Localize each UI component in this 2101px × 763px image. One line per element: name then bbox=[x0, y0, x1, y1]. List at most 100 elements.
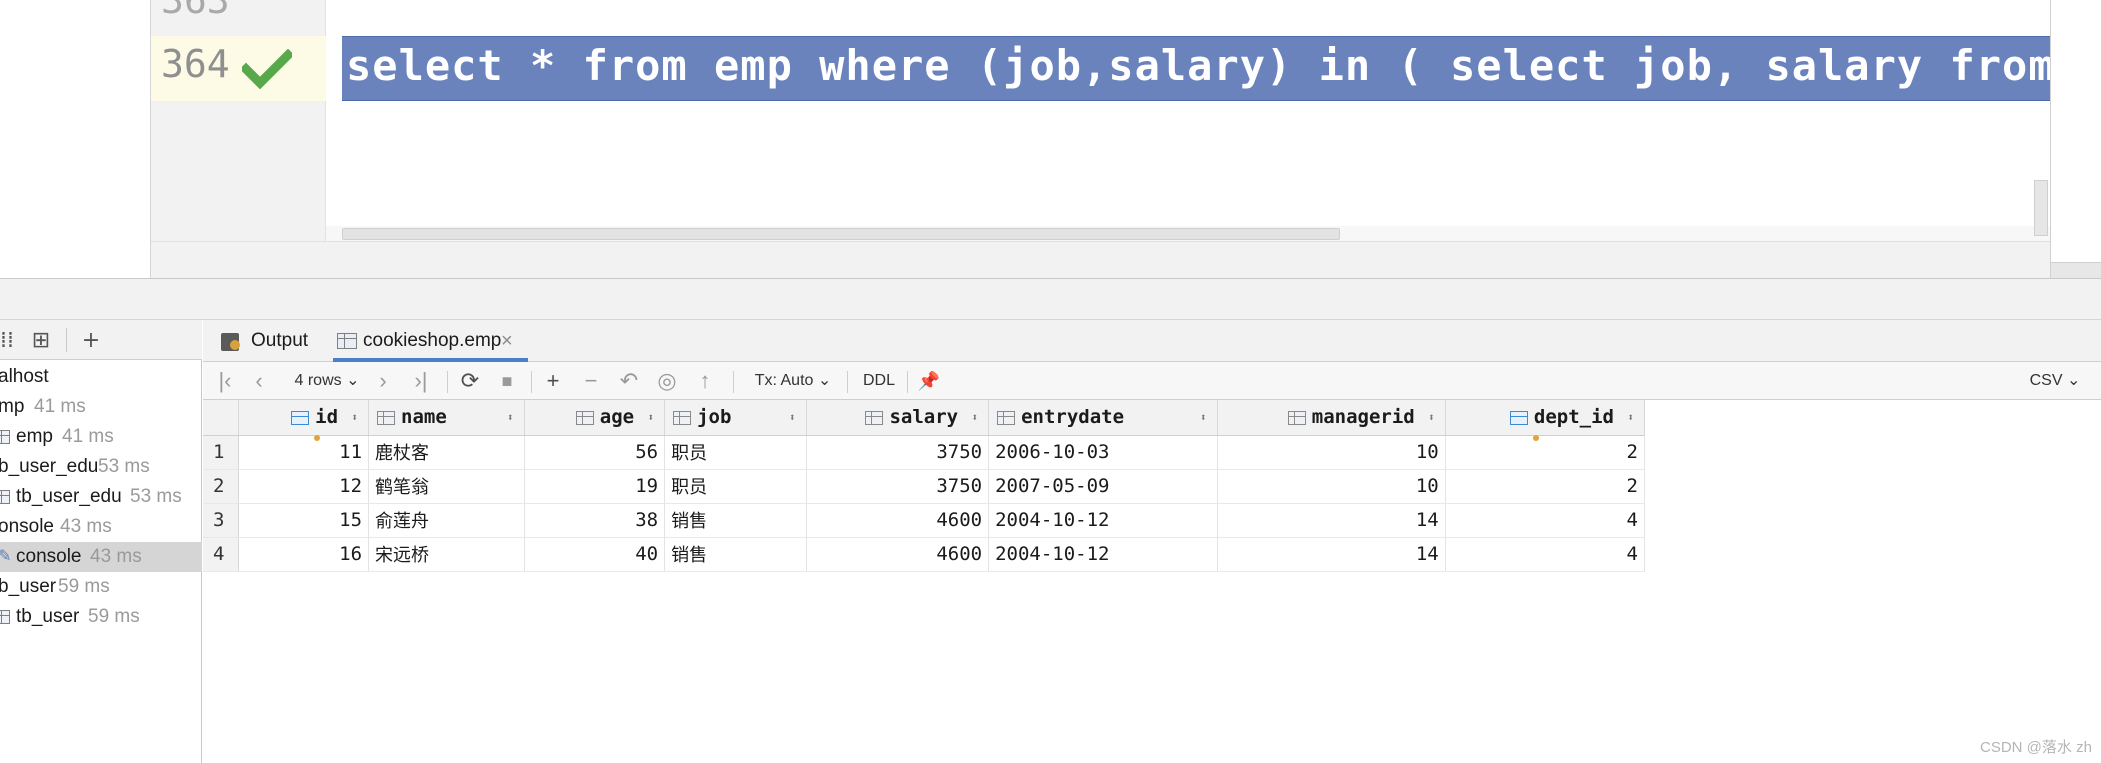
cell-salary[interactable]: 4600 bbox=[806, 503, 990, 538]
sort-icon[interactable]: ⬍ bbox=[647, 400, 654, 435]
tree-item-tb-user[interactable]: tb_user 59 ms bbox=[0, 602, 202, 632]
column-header-managerid[interactable]: managerid ⬍ bbox=[1217, 400, 1446, 436]
cell-name[interactable]: 鹿杖客 bbox=[368, 435, 525, 470]
column-header-dept-id[interactable]: dept_id ⬍ bbox=[1445, 400, 1646, 436]
sql-editor[interactable]: 363 364 select * from emp where (job,sal… bbox=[0, 0, 2101, 278]
result-grid[interactable]: id ⬍ name ⬍ age ⬍ job ⬍ salary ⬍ entrydate ⬍ m… bbox=[203, 400, 1646, 572]
tree-item-user-session[interactable]: b_user 59 ms bbox=[0, 572, 202, 602]
line-number-current: 364 bbox=[161, 42, 230, 86]
stop-icon[interactable]: ■ bbox=[495, 367, 519, 395]
row-number[interactable]: 1 bbox=[203, 435, 240, 470]
submit-icon[interactable]: ↑ bbox=[693, 367, 717, 395]
cell-age[interactable]: 40 bbox=[524, 537, 666, 572]
cell-id[interactable]: 11 bbox=[238, 435, 370, 470]
add-row-icon[interactable]: + bbox=[541, 367, 565, 395]
sort-icon[interactable]: ⬍ bbox=[507, 400, 514, 435]
cell-job[interactable]: 职员 bbox=[664, 469, 807, 504]
panel-splitter[interactable] bbox=[0, 278, 2101, 320]
cell-entrydate[interactable]: 2006-10-03 bbox=[988, 435, 1218, 470]
tree-item-user-edu-session[interactable]: b_user_edu 53 ms bbox=[0, 452, 202, 482]
refresh-icon[interactable]: ⟳ bbox=[457, 367, 483, 395]
table-icon bbox=[0, 610, 10, 624]
cell-age[interactable]: 19 bbox=[524, 469, 666, 504]
sort-icon[interactable]: ⬍ bbox=[1428, 400, 1435, 435]
cell-dept-id[interactable]: 4 bbox=[1445, 537, 1646, 572]
code-area[interactable]: select * from emp where (job,salary) in … bbox=[326, 0, 2050, 241]
column-header-salary[interactable]: salary ⬍ bbox=[806, 400, 990, 436]
cell-entrydate[interactable]: 2007-05-09 bbox=[988, 469, 1218, 504]
cell-job[interactable]: 职员 bbox=[664, 435, 807, 470]
cell-salary[interactable]: 4600 bbox=[806, 537, 990, 572]
last-page-icon[interactable]: ›| bbox=[409, 367, 433, 395]
export-format-dropdown[interactable]: CSV ⌄ bbox=[2027, 367, 2083, 395]
row-number[interactable]: 2 bbox=[203, 469, 240, 504]
cell-salary[interactable]: 3750 bbox=[806, 469, 990, 504]
sort-icon[interactable]: ⬍ bbox=[351, 400, 358, 435]
cell-entrydate[interactable]: 2004-10-12 bbox=[988, 503, 1218, 538]
row-number[interactable]: 3 bbox=[203, 503, 240, 538]
horizontal-scroll-thumb[interactable] bbox=[342, 228, 1340, 240]
table-row[interactable]: 2 12 鹤笔翁 19 职员 3750 2007-05-09 10 2 bbox=[203, 469, 1646, 504]
sort-icon[interactable]: ⬍ bbox=[789, 400, 796, 435]
first-page-icon[interactable]: |‹ bbox=[213, 367, 237, 395]
table-row[interactable]: 1 11 鹿杖客 56 职员 3750 2006-10-03 10 2 bbox=[203, 435, 1646, 470]
cell-id[interactable]: 12 bbox=[238, 469, 370, 504]
cell-job[interactable]: 销售 bbox=[664, 537, 807, 572]
column-header-entrydate[interactable]: entrydate ⬍ bbox=[988, 400, 1218, 436]
cell-dept-id[interactable]: 2 bbox=[1445, 435, 1646, 470]
tab-output[interactable]: Output bbox=[221, 320, 321, 362]
delete-row-icon[interactable]: − bbox=[579, 367, 603, 395]
column-icon bbox=[673, 410, 692, 425]
revert-icon[interactable]: ↶ bbox=[617, 367, 641, 395]
previous-page-icon[interactable]: ‹ bbox=[249, 367, 269, 395]
cell-age[interactable]: 38 bbox=[524, 503, 666, 538]
tree-item-localhost[interactable]: alhost bbox=[0, 362, 202, 392]
vertical-scroll-thumb[interactable] bbox=[2034, 180, 2048, 236]
pin-icon[interactable]: 📌 bbox=[917, 367, 941, 395]
cell-managerid[interactable]: 14 bbox=[1217, 537, 1446, 572]
tree-item-console[interactable]: ✎ console 43 ms bbox=[0, 542, 202, 572]
tx-mode-dropdown[interactable]: Tx: Auto ⌄ bbox=[751, 367, 835, 395]
cell-age[interactable]: 56 bbox=[524, 435, 666, 470]
tree-item-emp[interactable]: emp 41 ms bbox=[0, 422, 202, 452]
next-page-icon[interactable]: › bbox=[373, 367, 393, 395]
preview-pending-icon[interactable]: ◎ bbox=[655, 367, 679, 395]
cell-entrydate[interactable]: 2004-10-12 bbox=[988, 537, 1218, 572]
cell-name[interactable]: 宋远桥 bbox=[368, 537, 525, 572]
rows-count-dropdown[interactable]: 4 rows ⌄ bbox=[287, 367, 367, 395]
cell-managerid[interactable]: 14 bbox=[1217, 503, 1446, 538]
tree-item-tb-user-edu[interactable]: tb_user_edu 53 ms bbox=[0, 482, 202, 512]
column-header-id[interactable]: id ⬍ bbox=[238, 400, 370, 436]
new-session-icon[interactable]: ⊞ bbox=[28, 328, 54, 354]
ddl-button[interactable]: DDL bbox=[859, 367, 899, 395]
column-header-name[interactable]: name ⬍ bbox=[368, 400, 525, 436]
cell-job[interactable]: 销售 bbox=[664, 503, 807, 538]
cell-name[interactable]: 俞莲舟 bbox=[368, 503, 525, 538]
sort-icon[interactable]: ⬍ bbox=[1627, 400, 1634, 435]
close-tab-button[interactable]: × bbox=[501, 320, 513, 362]
tree-item-emp-session[interactable]: mp 41 ms bbox=[0, 392, 202, 422]
selected-sql-line[interactable]: select * from emp where (job,salary) in … bbox=[342, 36, 2050, 101]
table-row[interactable]: 3 15 俞莲舟 38 销售 4600 2004-10-12 14 4 bbox=[203, 503, 1646, 538]
cell-dept-id[interactable]: 4 bbox=[1445, 503, 1646, 538]
sort-icon[interactable]: ⬍ bbox=[971, 400, 978, 435]
column-icon bbox=[377, 410, 396, 425]
column-header-age[interactable]: age ⬍ bbox=[524, 400, 666, 436]
table-row[interactable]: 4 16 宋远桥 40 销售 4600 2004-10-12 14 4 bbox=[203, 537, 1646, 572]
sort-icon[interactable]: ⬍ bbox=[1200, 400, 1207, 435]
row-number[interactable]: 4 bbox=[203, 537, 240, 572]
column-header-job[interactable]: job ⬍ bbox=[664, 400, 807, 436]
cell-managerid[interactable]: 10 bbox=[1217, 469, 1446, 504]
tree-item-console-session[interactable]: onsole 43 ms bbox=[0, 512, 202, 542]
cell-id[interactable]: 16 bbox=[238, 537, 370, 572]
cell-name[interactable]: 鹤笔翁 bbox=[368, 469, 525, 504]
cell-dept-id[interactable]: 2 bbox=[1445, 469, 1646, 504]
cell-id[interactable]: 15 bbox=[238, 503, 370, 538]
group-icon[interactable]: ⁞⁞ bbox=[0, 328, 20, 354]
cell-managerid[interactable]: 10 bbox=[1217, 435, 1446, 470]
tab-cookieshop-emp[interactable]: cookieshop.emp × bbox=[333, 320, 528, 362]
editor-left-margin bbox=[0, 0, 151, 278]
column-icon bbox=[575, 410, 594, 425]
add-icon[interactable]: + bbox=[78, 328, 104, 354]
cell-salary[interactable]: 3750 bbox=[806, 435, 990, 470]
